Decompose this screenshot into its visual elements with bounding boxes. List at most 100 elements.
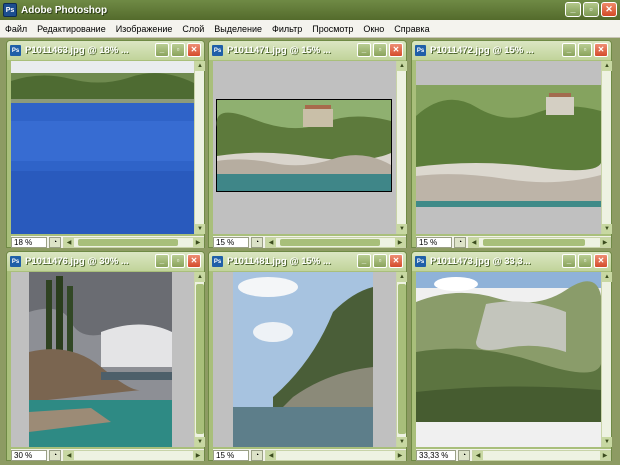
scroll-left-arrow[interactable]: ◀ — [64, 237, 74, 247]
scroll-thumb[interactable] — [398, 284, 406, 434]
zoom-level-field[interactable]: 15 % — [416, 236, 452, 248]
scroll-down-arrow[interactable]: ▼ — [195, 437, 205, 447]
document-title-bar[interactable]: Ps P1011473.jpg @ 33,3... _ ▫ ✕ — [412, 252, 611, 271]
document-minimize-button[interactable]: _ — [562, 254, 576, 268]
document-window[interactable]: Ps P1011472.jpg @ 15% ... _ ▫ ✕ ▲ ▼ 15 %… — [411, 40, 612, 248]
horizontal-scrollbar[interactable]: ◀ ▶ — [265, 449, 406, 461]
document-close-button[interactable]: ✕ — [594, 43, 608, 57]
vertical-scrollbar[interactable]: ▲ ▼ — [194, 272, 205, 447]
scroll-down-arrow[interactable]: ▼ — [195, 224, 205, 234]
minimize-button[interactable]: _ — [565, 2, 581, 17]
document-minimize-button[interactable]: _ — [562, 43, 576, 57]
vertical-scrollbar[interactable]: ▲ ▼ — [194, 61, 205, 234]
scroll-left-arrow[interactable]: ◀ — [469, 237, 479, 247]
scroll-thumb[interactable] — [280, 238, 380, 246]
document-minimize-button[interactable]: _ — [155, 254, 169, 268]
scroll-down-arrow[interactable]: ▼ — [602, 437, 612, 447]
document-window[interactable]: Ps P1011476.jpg @ 30% ... _ ▫ ✕ ▲ ▼ 30 %… — [6, 251, 205, 461]
document-title-bar[interactable]: Ps P1011471.jpg @ 15% ... _ ▫ ✕ — [209, 41, 406, 60]
status-menu-icon[interactable]: ◔ — [251, 449, 263, 461]
scroll-up-arrow[interactable]: ▲ — [397, 272, 407, 282]
title-bar[interactable]: Ps Adobe Photoshop _ ▫ ✕ — [0, 0, 620, 20]
scroll-up-arrow[interactable]: ▲ — [602, 61, 612, 71]
zoom-level-field[interactable]: 15 % — [213, 236, 249, 248]
document-window[interactable]: Ps P1011471.jpg @ 15% ... _ ▫ ✕ ▲ ▼ 15 %… — [208, 40, 407, 248]
document-maximize-button[interactable]: ▫ — [578, 254, 592, 268]
zoom-level-field[interactable]: 30 % — [11, 449, 47, 461]
status-menu-icon[interactable]: ◔ — [49, 449, 61, 461]
scroll-left-arrow[interactable]: ◀ — [266, 450, 276, 460]
document-close-button[interactable]: ✕ — [187, 254, 201, 268]
vertical-scrollbar[interactable]: ▲ ▼ — [396, 272, 407, 447]
scroll-right-arrow[interactable]: ▶ — [193, 450, 203, 460]
menu-image[interactable]: Изображение — [111, 24, 178, 34]
vertical-scrollbar[interactable]: ▲ ▼ — [601, 272, 612, 447]
scroll-down-arrow[interactable]: ▼ — [602, 224, 612, 234]
menu-layer[interactable]: Слой — [177, 24, 209, 34]
horizontal-scrollbar[interactable]: ◀ ▶ — [265, 236, 406, 248]
document-title-bar[interactable]: Ps P1011463.jpg @ 18% ... _ ▫ ✕ — [7, 41, 204, 60]
scroll-down-arrow[interactable]: ▼ — [397, 437, 407, 447]
scroll-left-arrow[interactable]: ◀ — [266, 237, 276, 247]
document-canvas[interactable] — [11, 61, 194, 234]
document-title-bar[interactable]: Ps P1011472.jpg @ 15% ... _ ▫ ✕ — [412, 41, 611, 60]
horizontal-scrollbar[interactable]: ◀ ▶ — [472, 449, 611, 461]
document-minimize-button[interactable]: _ — [155, 43, 169, 57]
scroll-up-arrow[interactable]: ▲ — [195, 272, 205, 282]
zoom-level-field[interactable]: 18 % — [11, 236, 47, 248]
scroll-up-arrow[interactable]: ▲ — [195, 61, 205, 71]
document-window[interactable]: Ps P1011463.jpg @ 18% ... _ ▫ ✕ ▲ ▼ 18 %… — [6, 40, 205, 248]
scroll-right-arrow[interactable]: ▶ — [600, 450, 610, 460]
document-minimize-button[interactable]: _ — [357, 254, 371, 268]
menu-edit[interactable]: Редактирование — [32, 24, 111, 34]
status-menu-icon[interactable]: ◔ — [49, 236, 61, 248]
scroll-up-arrow[interactable]: ▲ — [602, 272, 612, 282]
vertical-scrollbar[interactable]: ▲ ▼ — [601, 61, 612, 234]
document-canvas[interactable] — [416, 61, 601, 234]
horizontal-scrollbar[interactable]: ◀ ▶ — [468, 236, 611, 248]
status-menu-icon[interactable]: ◔ — [251, 236, 263, 248]
document-close-button[interactable]: ✕ — [389, 43, 403, 57]
vertical-scrollbar[interactable]: ▲ ▼ — [396, 61, 407, 234]
document-maximize-button[interactable]: ▫ — [171, 254, 185, 268]
document-canvas[interactable] — [213, 61, 396, 234]
document-maximize-button[interactable]: ▫ — [373, 43, 387, 57]
zoom-level-field[interactable]: 33,33 % — [416, 449, 456, 461]
scroll-thumb[interactable] — [196, 284, 204, 434]
menu-select[interactable]: Выделение — [209, 24, 267, 34]
scroll-right-arrow[interactable]: ▶ — [395, 450, 405, 460]
menu-help[interactable]: Справка — [389, 24, 434, 34]
status-menu-icon[interactable]: ◔ — [454, 236, 466, 248]
document-window[interactable]: Ps P1011473.jpg @ 33,3... _ ▫ ✕ ▲ ▼ 33,3… — [411, 251, 612, 461]
document-maximize-button[interactable]: ▫ — [578, 43, 592, 57]
document-maximize-button[interactable]: ▫ — [373, 254, 387, 268]
menu-filter[interactable]: Фильтр — [267, 24, 307, 34]
scroll-thumb[interactable] — [78, 238, 178, 246]
menu-window[interactable]: Окно — [358, 24, 389, 34]
scroll-thumb[interactable] — [483, 238, 585, 246]
menu-file[interactable]: Файл — [0, 24, 32, 34]
scroll-left-arrow[interactable]: ◀ — [473, 450, 483, 460]
document-canvas[interactable] — [213, 272, 396, 447]
scroll-right-arrow[interactable]: ▶ — [193, 237, 203, 247]
scroll-down-arrow[interactable]: ▼ — [397, 224, 407, 234]
scroll-left-arrow[interactable]: ◀ — [64, 450, 74, 460]
document-canvas[interactable] — [416, 272, 601, 447]
zoom-level-field[interactable]: 15 % — [213, 449, 249, 461]
document-title-bar[interactable]: Ps P1011476.jpg @ 30% ... _ ▫ ✕ — [7, 252, 204, 271]
scroll-right-arrow[interactable]: ▶ — [395, 237, 405, 247]
status-menu-icon[interactable]: ◔ — [458, 449, 470, 461]
document-window[interactable]: Ps P1011481.jpg @ 15% ... _ ▫ ✕ ▲ ▼ 15 %… — [208, 251, 407, 461]
restore-button[interactable]: ▫ — [583, 2, 599, 17]
scroll-up-arrow[interactable]: ▲ — [397, 61, 407, 71]
menu-view[interactable]: Просмотр — [307, 24, 358, 34]
document-close-button[interactable]: ✕ — [594, 254, 608, 268]
document-title-bar[interactable]: Ps P1011481.jpg @ 15% ... _ ▫ ✕ — [209, 252, 406, 271]
close-button[interactable]: ✕ — [601, 2, 617, 17]
horizontal-scrollbar[interactable]: ◀ ▶ — [63, 449, 204, 461]
document-close-button[interactable]: ✕ — [389, 254, 403, 268]
horizontal-scrollbar[interactable]: ◀ ▶ — [63, 236, 204, 248]
document-canvas[interactable] — [11, 272, 194, 447]
document-minimize-button[interactable]: _ — [357, 43, 371, 57]
document-maximize-button[interactable]: ▫ — [171, 43, 185, 57]
